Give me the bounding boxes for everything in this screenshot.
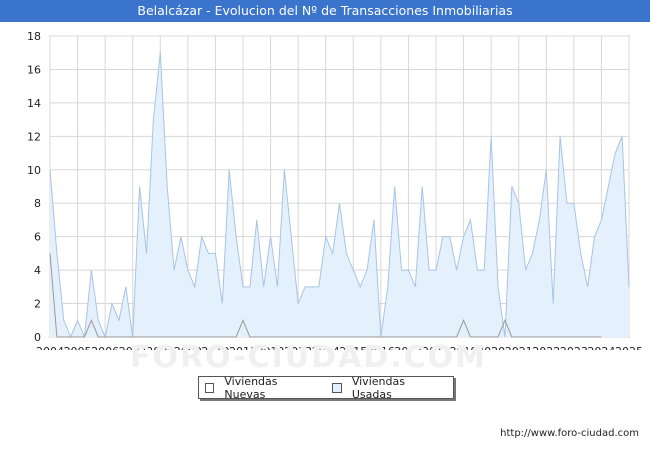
y-tick-label: 14 bbox=[27, 97, 41, 110]
x-tick-label: 2012 bbox=[257, 345, 285, 350]
x-tick-label: 2005 bbox=[64, 345, 92, 350]
y-tick-label: 18 bbox=[27, 30, 41, 43]
legend-swatch-usadas bbox=[332, 382, 342, 393]
legend-label-usadas: Viviendas Usadas bbox=[351, 374, 405, 401]
chart-title: Belalcázar - Evolucion del Nº de Transac… bbox=[0, 0, 650, 22]
legend-item-nuevas: Viviendas Nuevas bbox=[205, 375, 314, 401]
x-tick-label: 2021 bbox=[505, 345, 533, 350]
x-tick-label: 2004 bbox=[36, 345, 64, 350]
x-tick-label: 2014 bbox=[312, 345, 340, 350]
y-tick-label: 6 bbox=[34, 231, 41, 244]
x-tick-label: 2008 bbox=[146, 345, 174, 350]
y-axis-ticks: 0 2 4 6 8 10 12 14 16 18 bbox=[27, 30, 41, 344]
y-tick-label: 12 bbox=[27, 130, 41, 143]
x-tick-label: 2025 bbox=[615, 345, 643, 350]
x-tick-label: 2015 bbox=[339, 345, 367, 350]
y-tick-label: 10 bbox=[27, 164, 41, 177]
x-tick-label: 2009 bbox=[174, 345, 202, 350]
x-tick-label: 2011 bbox=[229, 345, 257, 350]
y-tick-label: 0 bbox=[34, 331, 41, 344]
x-tick-label: 2006 bbox=[91, 345, 119, 350]
y-tick-label: 4 bbox=[34, 264, 41, 277]
legend-item-usadas: Viviendas Usadas bbox=[332, 375, 441, 401]
x-tick-label: 2017 bbox=[394, 345, 422, 350]
footer-url[interactable]: http://www.foro-ciudad.com bbox=[500, 428, 639, 439]
legend-label-nuevas: Viviendas Nuevas bbox=[224, 374, 278, 401]
x-tick-label: 2023 bbox=[560, 345, 588, 350]
y-tick-label: 8 bbox=[34, 197, 41, 210]
x-tick-label: 2007 bbox=[119, 345, 147, 350]
x-tick-label: 2018 bbox=[422, 345, 450, 350]
x-tick-label: 2022 bbox=[532, 345, 560, 350]
x-tick-label: 2013 bbox=[284, 345, 312, 350]
x-tick-label: 2024 bbox=[587, 345, 615, 350]
x-tick-label: 2019 bbox=[450, 345, 478, 350]
y-tick-label: 16 bbox=[27, 63, 41, 76]
x-axis-ticks: 2004200520062007200820092010201120122013… bbox=[36, 345, 643, 350]
y-tick-label: 2 bbox=[34, 298, 41, 311]
chart-area: 0 2 4 6 8 10 12 14 16 18 200420052006200720082009… bbox=[27, 30, 643, 350]
x-tick-label: 2016 bbox=[367, 345, 395, 350]
x-tick-label: 2010 bbox=[201, 345, 229, 350]
legend-swatch-nuevas bbox=[205, 382, 215, 393]
chart-legend: Viviendas Nuevas Viviendas Usadas bbox=[198, 375, 454, 401]
x-tick-label: 2020 bbox=[477, 345, 505, 350]
